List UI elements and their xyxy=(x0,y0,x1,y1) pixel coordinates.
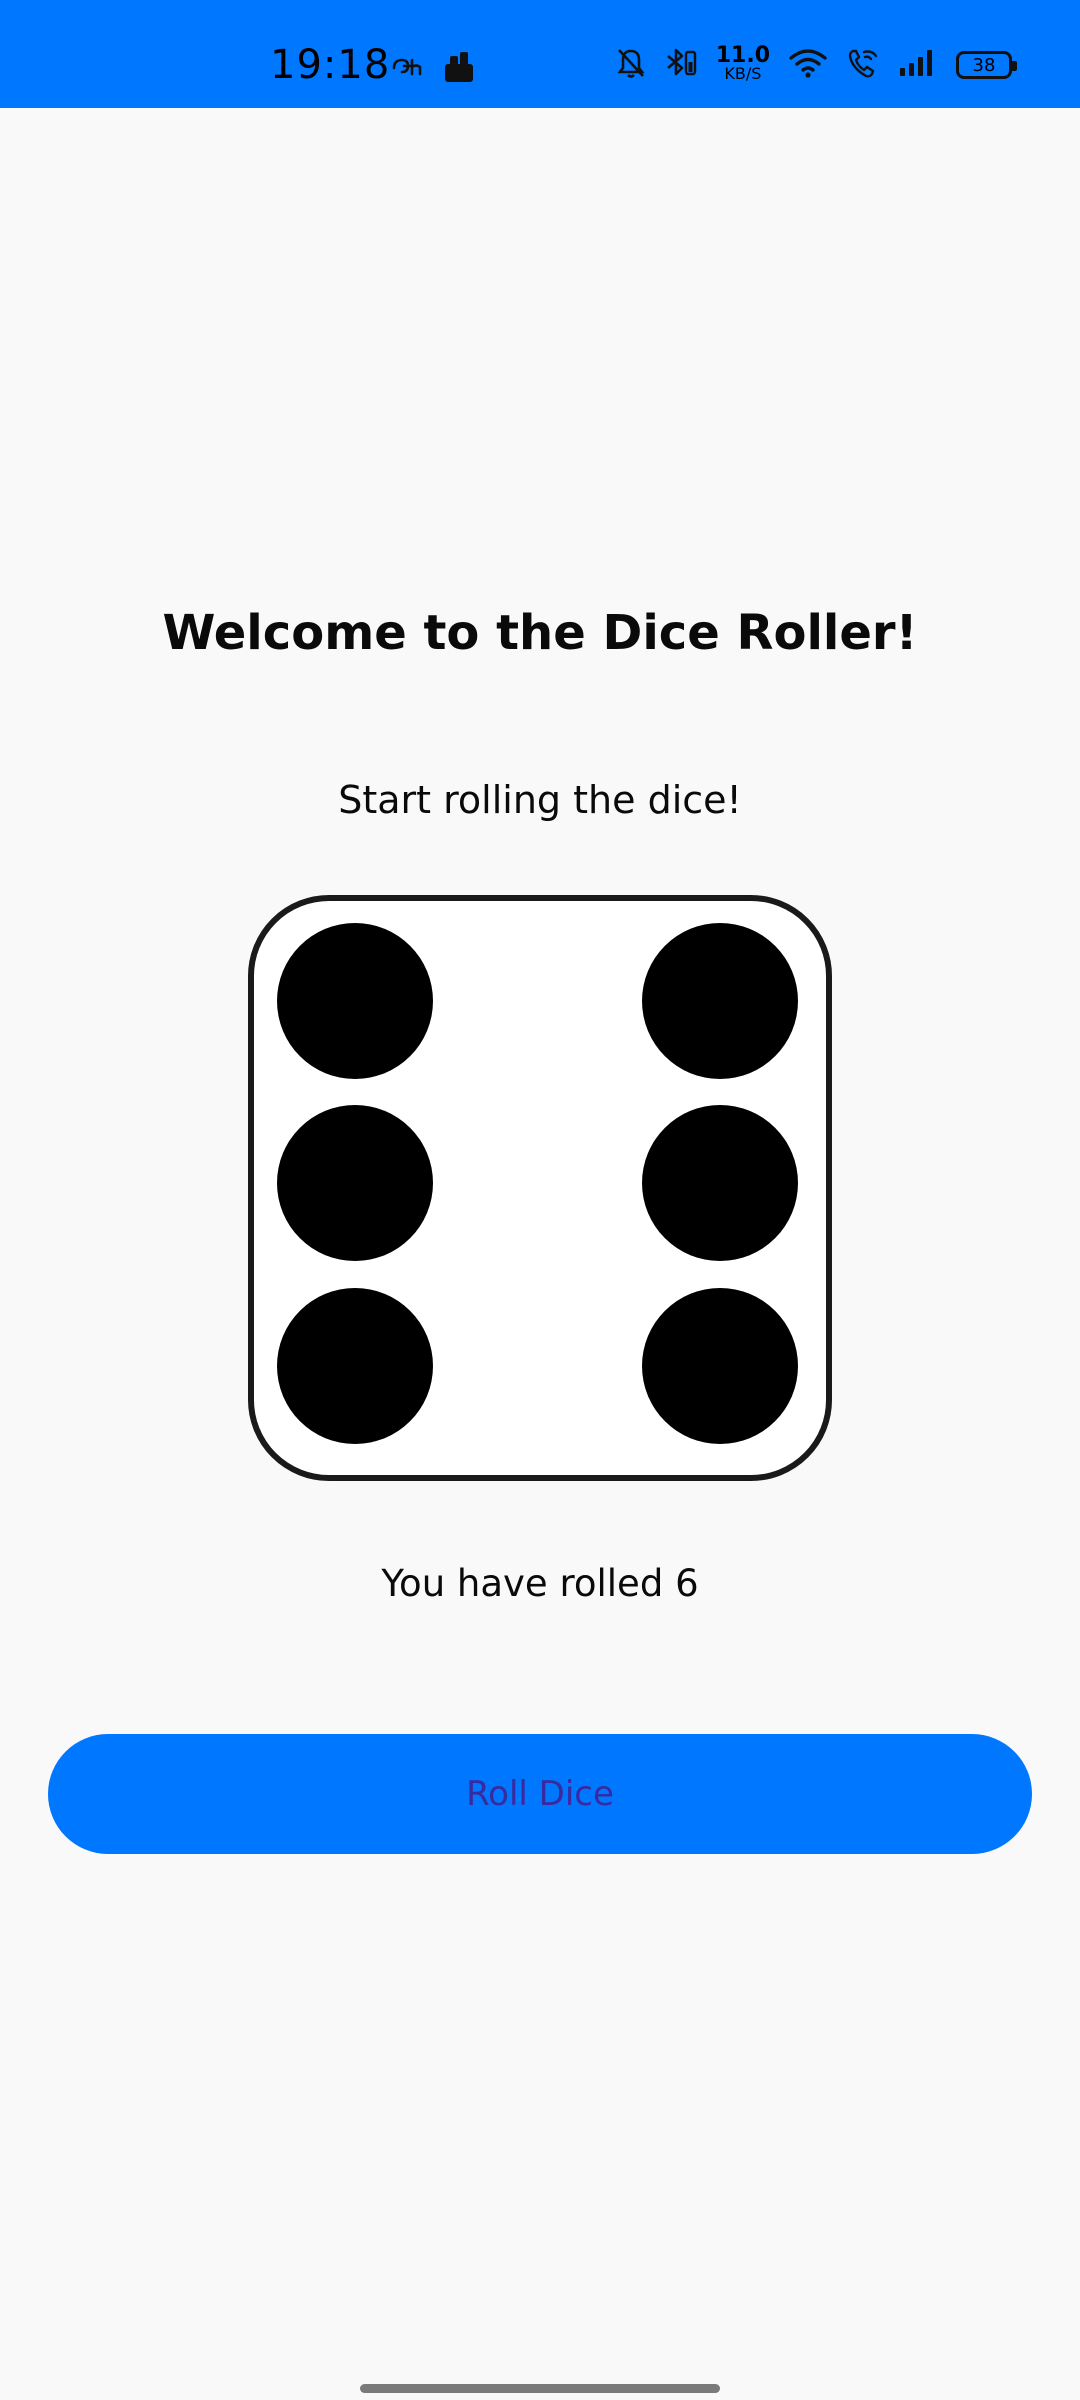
bluetooth-icon xyxy=(664,46,698,84)
notification-app-icon xyxy=(390,54,424,84)
network-speed-unit: KB/S xyxy=(724,64,762,83)
status-bar: 19:18 11.0 KB/S 38 xyxy=(0,0,1080,108)
die-face-six xyxy=(248,895,832,1481)
home-indicator[interactable] xyxy=(360,2384,720,2393)
die-pip xyxy=(277,923,433,1079)
network-speed: 11.0 KB/S xyxy=(715,43,770,83)
status-time: 19:18 xyxy=(270,42,391,88)
battery-icon: 38 xyxy=(956,51,1017,79)
bell-muted-icon xyxy=(616,47,646,83)
die-pip xyxy=(277,1288,433,1444)
wifi-icon xyxy=(788,47,828,83)
battery-level: 38 xyxy=(972,54,996,76)
page-subtitle: Start rolling the dice! xyxy=(338,778,742,822)
die-pip xyxy=(642,1288,798,1444)
storage-app-icon xyxy=(442,50,476,88)
roll-dice-button-label: Roll Dice xyxy=(466,1774,614,1814)
status-right-icons: 11.0 KB/S 38 xyxy=(616,43,1017,84)
die-pip xyxy=(277,1105,433,1261)
page-title: Welcome to the Dice Roller! xyxy=(162,605,918,661)
app-screen: 19:18 11.0 KB/S 38 Welcome to the Dice R… xyxy=(0,0,1080,2400)
roll-dice-button[interactable]: Roll Dice xyxy=(48,1734,1032,1854)
wifi-calling-icon xyxy=(846,46,880,84)
status-left-icons xyxy=(390,50,476,88)
die-pip xyxy=(642,1105,798,1261)
network-speed-value: 11.0 xyxy=(715,43,770,68)
signal-icon xyxy=(898,48,938,82)
rolled-result-text: You have rolled 6 xyxy=(381,1562,699,1605)
die-pip xyxy=(642,923,798,1079)
